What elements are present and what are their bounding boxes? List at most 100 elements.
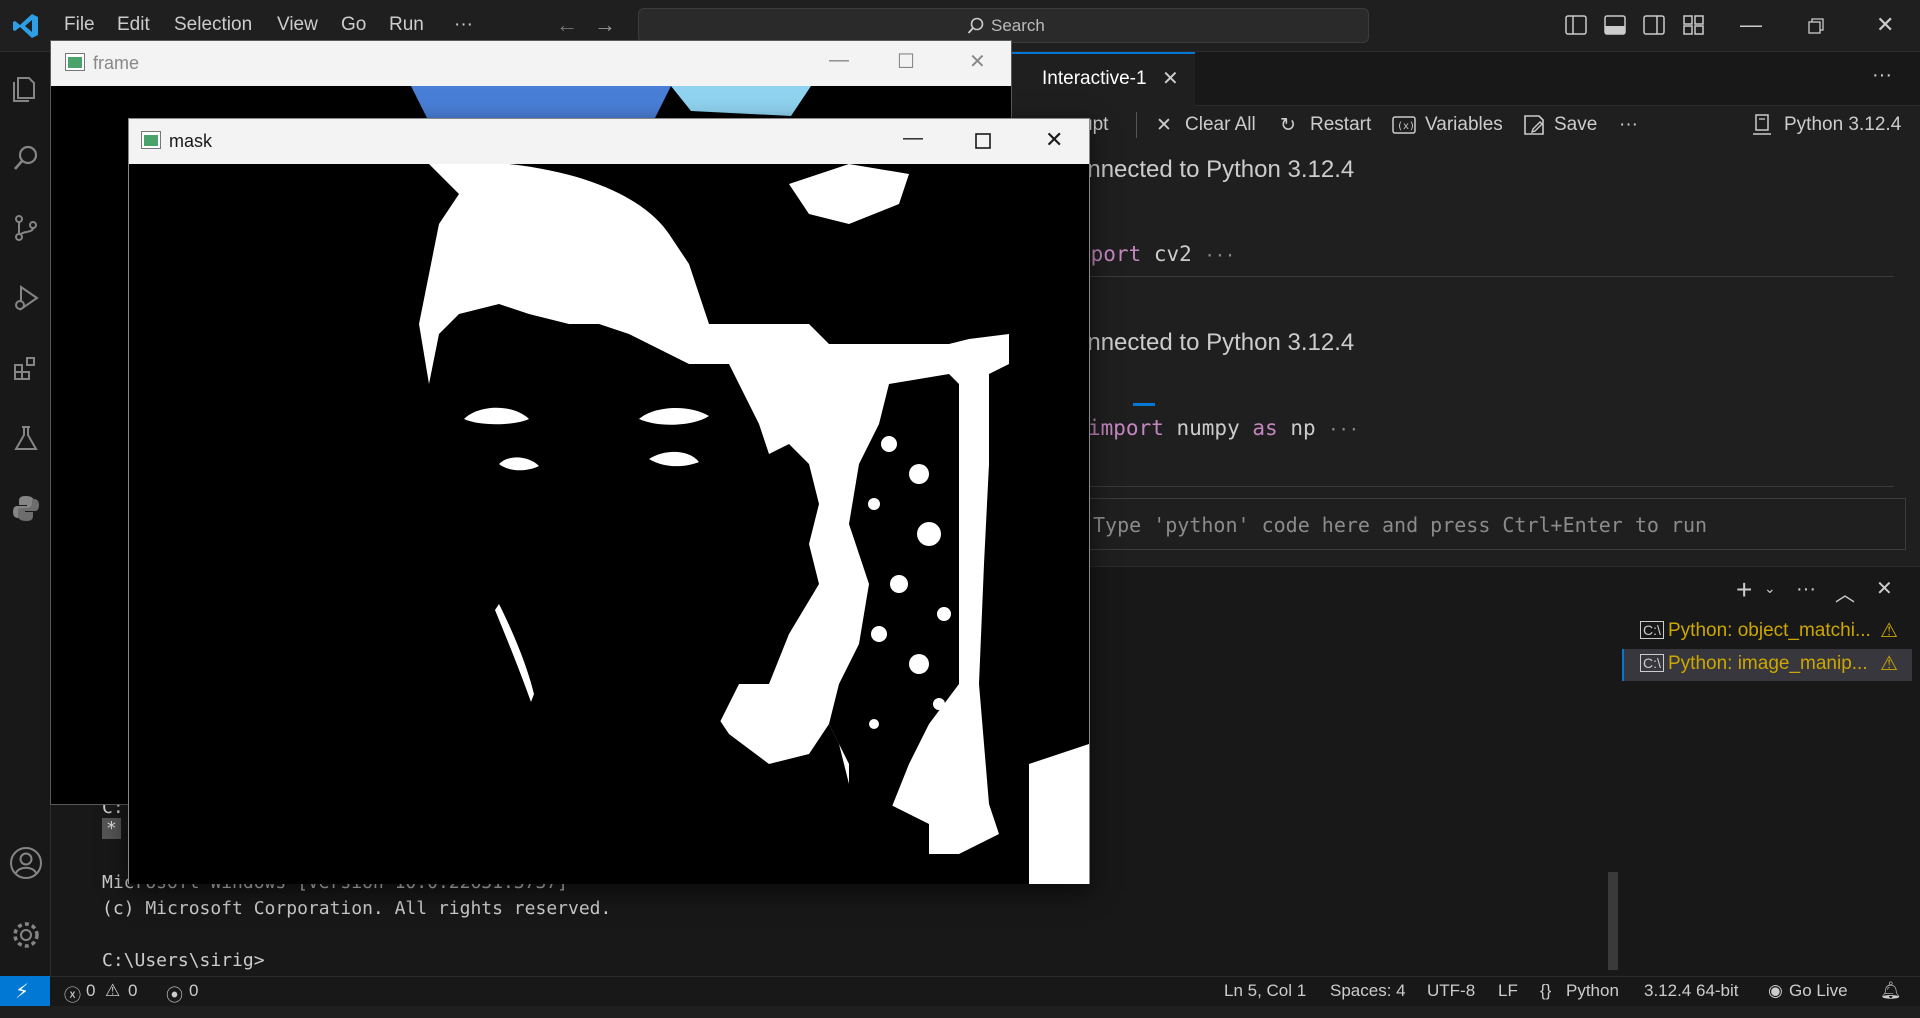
minimize-icon[interactable]: —: [829, 49, 849, 72]
menu-view[interactable]: View: [277, 14, 318, 36]
warning-icon: ⚠: [1880, 620, 1898, 642]
extensions-icon[interactable]: [12, 354, 40, 382]
variables-icon: (x): [1392, 116, 1416, 134]
warning-icon: ⚠: [1880, 653, 1898, 675]
chevron-down-icon[interactable]: ⌄: [1764, 580, 1776, 597]
restore-icon[interactable]: [1808, 18, 1824, 34]
kernel-icon: [1753, 114, 1771, 135]
terminal-list-item-2[interactable]: Python: image_manip...: [1668, 653, 1868, 675]
tab-label: Interactive-1: [1042, 68, 1147, 89]
menu-edit[interactable]: Edit: [117, 14, 150, 36]
code-cell-2[interactable]: import numpy as np ···: [1088, 416, 1359, 440]
cursor-position[interactable]: Ln 5, Col 1: [1224, 981, 1306, 1001]
customize-layout-icon[interactable]: [1683, 15, 1705, 35]
errors-count[interactable]: 0: [86, 981, 95, 1001]
save-button[interactable]: Save: [1554, 114, 1597, 136]
errors-icon: ⓧ: [64, 986, 81, 1005]
menu-selection[interactable]: Selection: [174, 14, 252, 36]
opencv-window-icon: [141, 131, 161, 149]
toolbar-more-button[interactable]: ···: [1619, 114, 1638, 136]
interpreter-version[interactable]: 3.12.4 64-bit: [1644, 981, 1739, 1001]
restart-icon: ↻: [1280, 115, 1296, 136]
terminal-line: *: [102, 818, 121, 839]
taskbar-strip: [0, 1006, 1920, 1018]
menu-go[interactable]: Go: [341, 14, 366, 36]
menu-file[interactable]: File: [64, 14, 95, 36]
run-debug-icon[interactable]: [12, 284, 40, 312]
new-terminal-icon[interactable]: +: [1736, 574, 1752, 606]
indentation[interactable]: Spaces: 4: [1330, 981, 1406, 1001]
svg-text:(x): (x): [1397, 121, 1415, 132]
account-icon[interactable]: [9, 846, 43, 880]
mask-title-bar[interactable]: mask — ✕: [129, 119, 1089, 164]
command-center-search[interactable]: Search: [638, 8, 1369, 43]
collapsed-ellipsis[interactable]: ···: [1204, 246, 1235, 266]
terminal-line: (c) Microsoft Corporation. All rights re…: [102, 898, 612, 919]
mask-window[interactable]: [128, 118, 1090, 884]
minimize-icon[interactable]: —: [1740, 12, 1762, 38]
close-icon[interactable]: ✕: [969, 49, 986, 74]
kernel-selector[interactable]: Python 3.12.4: [1784, 114, 1901, 136]
testing-flask-icon[interactable]: [12, 424, 40, 452]
save-icon: [1524, 115, 1544, 135]
close-panel-icon[interactable]: ✕: [1876, 576, 1893, 601]
notifications-bell-icon[interactable]: 🔔︎: [1880, 981, 1902, 1001]
code-input-box[interactable]: Type 'python' code here and press Ctrl+E…: [1062, 498, 1906, 550]
warnings-count[interactable]: 0: [128, 981, 137, 1001]
activity-bar: [0, 52, 51, 976]
clear-all-x-icon: ✕: [1156, 115, 1172, 136]
close-icon[interactable]: ✕: [1045, 127, 1063, 153]
clear-all-button[interactable]: Clear All: [1185, 114, 1256, 136]
more-actions-icon[interactable]: ···: [1872, 64, 1892, 87]
back-arrow-icon[interactable]: ←: [556, 12, 578, 38]
variables-button[interactable]: Variables: [1425, 114, 1503, 136]
encoding[interactable]: UTF-8: [1427, 981, 1475, 1001]
window-title: mask: [169, 131, 213, 151]
explorer-icon[interactable]: [12, 74, 40, 102]
remote-icon: ⚡: [15, 981, 30, 1003]
toggle-primary-sidebar-icon[interactable]: [1565, 15, 1587, 35]
ports-count[interactable]: 0: [189, 981, 198, 1001]
go-live-button[interactable]: Go Live: [1789, 981, 1848, 1001]
code-text: np: [1277, 416, 1316, 440]
line-ending[interactable]: LF: [1498, 981, 1518, 1001]
search-placeholder: Search: [991, 16, 1045, 35]
maximize-icon[interactable]: [975, 133, 991, 149]
remote-indicator[interactable]: ⚡: [0, 976, 50, 1006]
menu-run[interactable]: Run: [389, 14, 424, 36]
toggle-secondary-sidebar-icon[interactable]: [1643, 15, 1665, 35]
restart-button[interactable]: Restart: [1310, 114, 1371, 136]
terminal-cmd-icon: C:\: [1640, 654, 1664, 672]
status-bar: [0, 976, 1920, 1006]
python-icon[interactable]: [12, 494, 40, 522]
panel-more-icon[interactable]: ···: [1796, 578, 1816, 601]
minimize-icon[interactable]: —: [903, 127, 923, 150]
code-input-placeholder: Type 'python' code here and press Ctrl+E…: [1093, 513, 1708, 537]
mask-image: [129, 164, 1089, 884]
source-control-icon[interactable]: [12, 214, 40, 242]
code-text: numpy: [1163, 416, 1253, 440]
code-cell-1[interactable]: mport cv2 ···: [1078, 242, 1235, 266]
toolbar-divider: [1136, 112, 1137, 138]
search-icon[interactable]: [12, 144, 40, 172]
window-title: frame: [93, 53, 140, 73]
collapsed-ellipsis[interactable]: ···: [1328, 420, 1359, 440]
tab-close-icon[interactable]: ✕: [1162, 66, 1179, 91]
keyword-import: import: [1088, 416, 1164, 440]
menu-more[interactable]: ···: [454, 14, 473, 36]
terminal-prompt[interactable]: C:\Users\sirig>: [102, 950, 265, 971]
terminal-list-item-1[interactable]: Python: object_matchi...: [1668, 620, 1871, 642]
frame-title-bar[interactable]: frame — ☐ ✕: [51, 41, 1011, 86]
manage-gear-icon[interactable]: [9, 918, 43, 952]
ports-icon: ⦿: [166, 986, 183, 1005]
language-mode[interactable]: Python: [1566, 981, 1619, 1001]
close-window-icon[interactable]: ✕: [1876, 12, 1894, 38]
vscode-logo-icon: [13, 14, 38, 38]
broadcast-icon: ◉: [1768, 981, 1783, 1000]
maximize-icon[interactable]: ☐: [897, 49, 915, 74]
tab-interactive-1[interactable]: Interactive-1 ✕: [1010, 52, 1195, 106]
maximize-panel-icon[interactable]: ︿: [1835, 578, 1855, 607]
toggle-panel-icon[interactable]: [1604, 15, 1626, 35]
forward-arrow-icon[interactable]: →: [594, 12, 616, 38]
terminal-scrollbar[interactable]: [1608, 872, 1618, 970]
